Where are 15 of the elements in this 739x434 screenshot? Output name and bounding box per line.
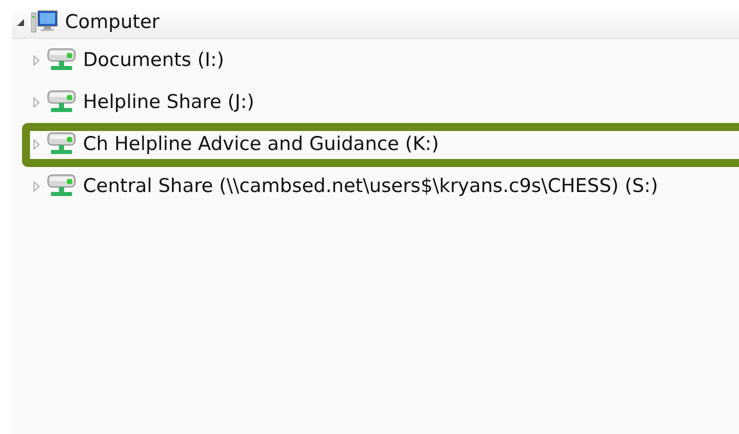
- collapsed-arrow-icon[interactable]: [32, 180, 41, 192]
- network-drive-icon: [47, 173, 77, 199]
- tree-item-label[interactable]: Helpline Share (J:): [83, 91, 254, 113]
- network-drive-icon: [47, 47, 77, 73]
- tree-item-label[interactable]: Ch Helpline Advice and Guidance (K:): [83, 133, 439, 155]
- collapsed-arrow-icon[interactable]: [32, 138, 41, 150]
- computer-icon: [31, 10, 59, 34]
- network-drive-icon: [47, 131, 77, 157]
- tree-item-label[interactable]: Central Share (\\cambsed.net\users$\kryans.c9s\CHESS) (S:): [83, 175, 658, 197]
- tree-item-label[interactable]: Documents (I:): [83, 49, 224, 71]
- expanded-arrow-icon[interactable]: [16, 18, 25, 26]
- collapsed-arrow-icon[interactable]: [32, 54, 41, 66]
- tree-item-label[interactable]: Computer: [65, 11, 160, 33]
- collapsed-arrow-icon[interactable]: [32, 96, 41, 108]
- network-drive-icon: [47, 89, 77, 115]
